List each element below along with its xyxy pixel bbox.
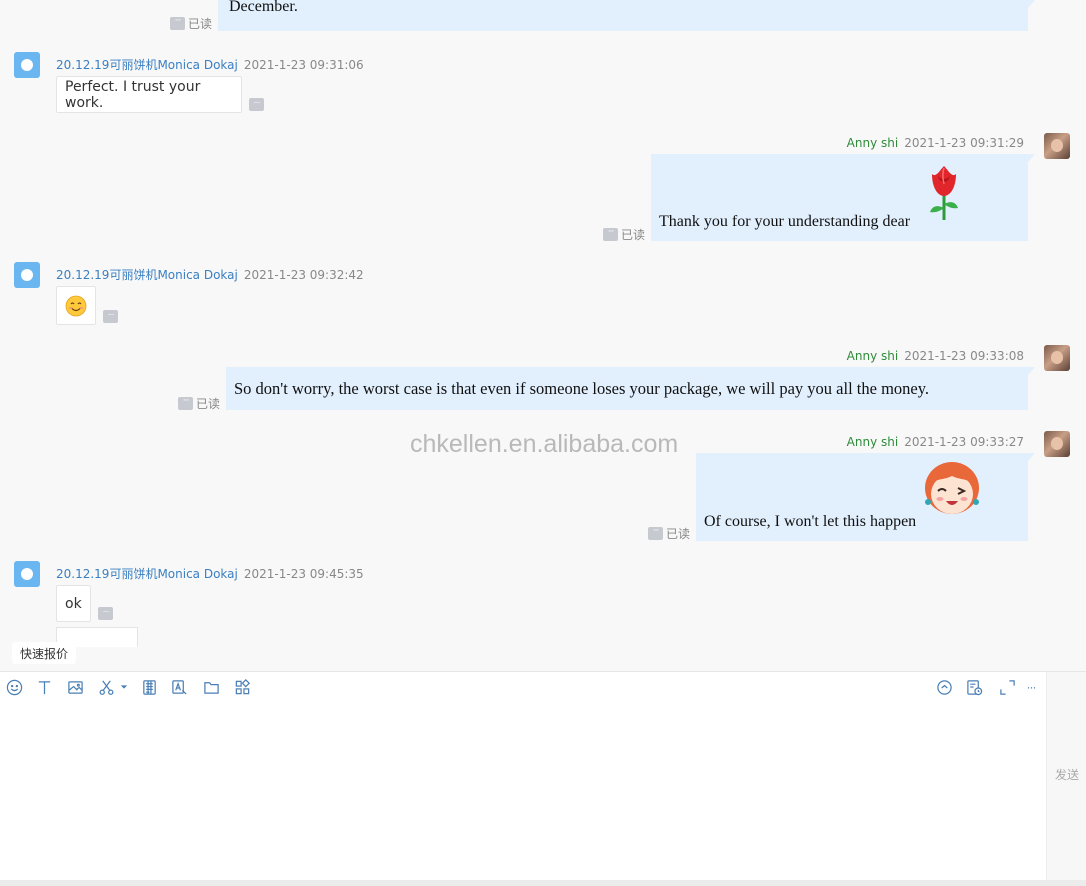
message-time: 2021-1-23 09:31:06 bbox=[243, 58, 364, 72]
avatar[interactable] bbox=[1044, 431, 1070, 457]
message-text: Of course, I won't let this happen bbox=[704, 513, 917, 530]
read-status: ··· 已读 bbox=[170, 15, 212, 32]
message-input[interactable] bbox=[0, 702, 1046, 880]
chevron-down-icon[interactable] bbox=[118, 677, 130, 697]
message-text: So don't worry, the worst case is that e… bbox=[234, 378, 930, 398]
avatar[interactable] bbox=[14, 262, 40, 288]
translate-icon[interactable] bbox=[169, 677, 189, 697]
read-status: ··· 已读 bbox=[178, 395, 220, 412]
emoji-icon[interactable] bbox=[4, 677, 24, 697]
read-label: 已读 bbox=[188, 17, 213, 31]
read-label: 已读 bbox=[196, 397, 221, 411]
message-bubble: ok bbox=[56, 585, 91, 622]
message-text: ok bbox=[65, 595, 82, 612]
read-label: 已读 bbox=[621, 228, 646, 242]
avatar[interactable] bbox=[14, 52, 40, 78]
more-icon[interactable]: ··· bbox=[1021, 677, 1041, 697]
order-icon[interactable] bbox=[139, 677, 159, 697]
message-text: Thank you for your understanding dear bbox=[659, 213, 911, 230]
sender-name[interactable]: 20.12.19可丽饼机Monica Dokaj bbox=[56, 268, 238, 282]
history-icon[interactable] bbox=[964, 677, 984, 697]
read-status: ··· 已读 bbox=[648, 525, 690, 542]
image-icon[interactable] bbox=[65, 677, 85, 697]
message-bubble: December. bbox=[218, 0, 1035, 31]
status-strip bbox=[0, 880, 1086, 886]
sender-name[interactable]: 20.12.19可丽饼机Monica Dokaj bbox=[56, 567, 238, 581]
message-time: 2021-1-23 09:32:42 bbox=[243, 268, 364, 282]
message-bubble: 😊 bbox=[56, 286, 96, 325]
read-status: ··· 已读 bbox=[603, 226, 645, 243]
message-time: 2021-1-23 09:31:29 bbox=[904, 136, 1024, 150]
smile-face-icon bbox=[65, 295, 87, 316]
message-meta: 20.12.19可丽饼机Monica Dokaj 2021-1-23 09:32:… bbox=[56, 266, 364, 283]
sender-name[interactable]: Anny shi bbox=[847, 349, 899, 363]
read-label: 已读 bbox=[666, 527, 691, 541]
avatar[interactable] bbox=[14, 561, 40, 587]
message-bubble: So don't worry, the worst case is that e… bbox=[226, 367, 1035, 410]
message-time: 2021-1-23 09:33:08 bbox=[904, 349, 1024, 363]
message-more-button[interactable]: ··· bbox=[98, 607, 113, 620]
message-more-button[interactable]: ··· bbox=[103, 310, 118, 323]
avatar[interactable] bbox=[1044, 345, 1070, 371]
winking-girl-sticker-icon bbox=[922, 458, 982, 525]
message-meta: Anny shi 2021-1-23 09:31:29 bbox=[847, 136, 1024, 150]
message-more-button[interactable]: ··· bbox=[603, 228, 618, 241]
send-panel: 发送 bbox=[1046, 672, 1086, 886]
message-bubble: Thank you for your understanding dear bbox=[651, 154, 1035, 241]
message-meta: Anny shi 2021-1-23 09:33:08 bbox=[847, 349, 1024, 363]
message-meta: 20.12.19可丽饼机Monica Dokaj 2021-1-23 09:31:… bbox=[56, 56, 364, 73]
message-editor: ··· 发送 bbox=[0, 671, 1086, 886]
text-format-icon[interactable] bbox=[34, 677, 54, 697]
avatar[interactable] bbox=[1044, 133, 1070, 159]
screenshot-icon[interactable] bbox=[96, 677, 116, 697]
message-bubble: Of course, I won't let this happen bbox=[696, 453, 1035, 541]
message-text: December. bbox=[229, 0, 298, 15]
quick-reply-icon[interactable] bbox=[934, 677, 954, 697]
message-bubble: Perfect. I trust your work. bbox=[56, 76, 242, 113]
message-meta: Anny shi 2021-1-23 09:33:27 bbox=[847, 435, 1024, 449]
message-more-button[interactable]: ··· bbox=[178, 397, 193, 410]
message-text: Perfect. I trust your work. bbox=[65, 78, 201, 111]
sender-name[interactable]: Anny shi bbox=[847, 435, 899, 449]
rose-sticker-icon bbox=[924, 164, 964, 227]
chat-history: ··· 已读 December. 20.12.19可丽饼机Monica Doka… bbox=[0, 0, 1086, 671]
message-more-button[interactable]: ··· bbox=[170, 17, 185, 30]
quick-quote-button[interactable]: 快速报价 bbox=[12, 642, 77, 664]
message-time: 2021-1-23 09:33:27 bbox=[904, 435, 1024, 449]
message-more-button[interactable]: ··· bbox=[648, 527, 663, 540]
send-button[interactable]: 发送 bbox=[1047, 766, 1086, 783]
apps-icon[interactable] bbox=[232, 677, 252, 697]
sender-name[interactable]: Anny shi bbox=[847, 136, 899, 150]
message-more-button[interactable]: ··· bbox=[249, 98, 264, 111]
folder-icon[interactable] bbox=[201, 677, 221, 697]
watermark: chkellen.en.alibaba.com bbox=[410, 430, 679, 458]
message-time: 2021-1-23 09:45:35 bbox=[243, 567, 364, 581]
expand-icon[interactable] bbox=[997, 677, 1017, 697]
message-meta: 20.12.19可丽饼机Monica Dokaj 2021-1-23 09:45:… bbox=[56, 565, 364, 582]
sender-name[interactable]: 20.12.19可丽饼机Monica Dokaj bbox=[56, 58, 238, 72]
